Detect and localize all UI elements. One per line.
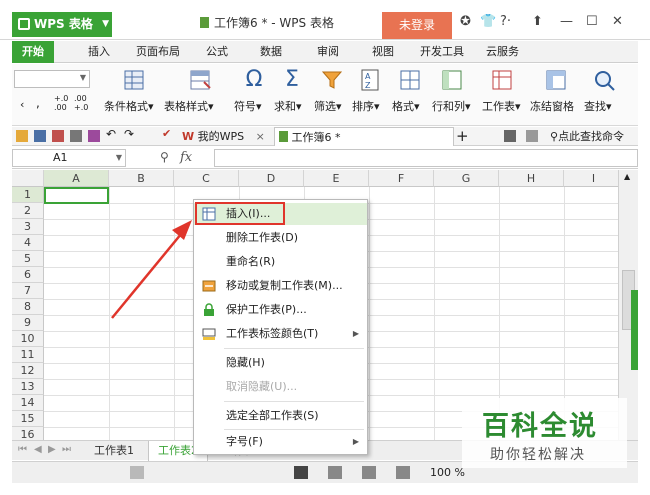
arrow-head (172, 220, 192, 240)
watermark-title: 百科全说 (482, 411, 598, 442)
watermark: 百科全说 助你轻松解决 (462, 398, 627, 468)
arrow-shaft (111, 227, 187, 319)
watermark-subtitle: 助你轻松解决 (490, 447, 586, 463)
